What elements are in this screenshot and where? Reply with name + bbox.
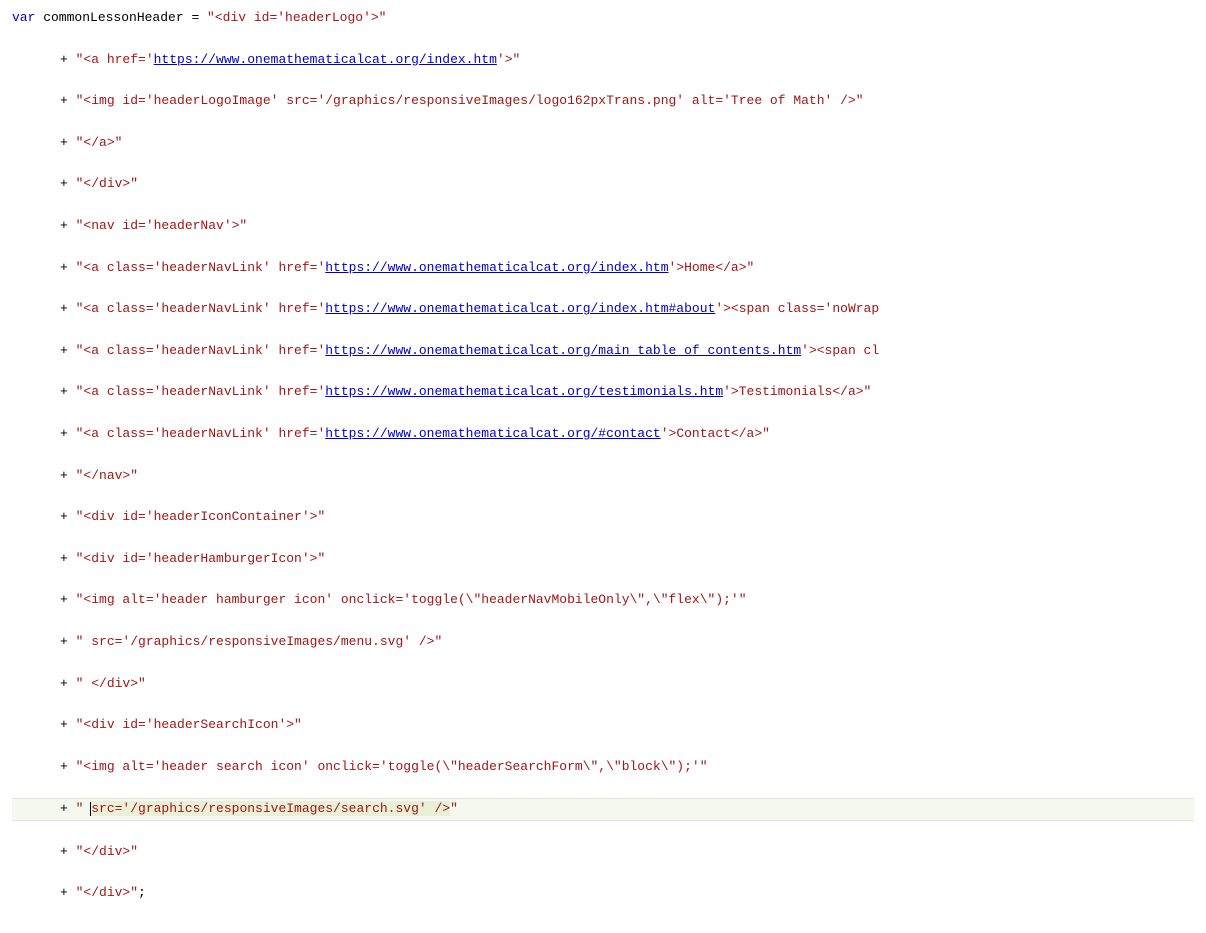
string-literal: " src='/graphics/responsiveImages/menu.s… <box>76 634 443 649</box>
string-literal: "<div id='headerHamburgerIcon'>" <box>76 551 326 566</box>
code-line[interactable]: + "</a>" <box>12 133 1194 154</box>
operator: + <box>60 218 76 233</box>
code-line[interactable]: + "<a class='headerNavLink' href='https:… <box>12 382 1194 403</box>
code-line[interactable]: + "<a class='headerNavLink' href='https:… <box>12 258 1194 279</box>
code-line[interactable]: var commonLessonHeader = "<div id='heade… <box>12 8 1194 29</box>
operator: + <box>60 759 76 774</box>
url-link[interactable]: https://www.onemathematicalcat.org/index… <box>325 301 715 316</box>
code-line[interactable]: + "<a class='headerNavLink' href='https:… <box>12 299 1194 320</box>
operator: + <box>60 551 76 566</box>
operator: + <box>60 801 76 816</box>
string-literal: "<a class='headerNavLink' href=' <box>76 384 326 399</box>
string-literal: '>Testimonials</a>" <box>723 384 871 399</box>
string-literal: '>" <box>497 52 520 67</box>
string-literal: "</div>" <box>76 885 138 900</box>
string-literal: "</a>" <box>76 135 123 150</box>
code-line[interactable]: + "<a class='headerNavLink' href='https:… <box>12 424 1194 445</box>
operator: + <box>60 384 76 399</box>
code-line[interactable]: + "</div>" <box>12 842 1194 863</box>
string-literal: " </div>" <box>76 676 146 691</box>
string-literal: " <box>450 801 458 816</box>
operator: + <box>60 93 76 108</box>
string-literal: "<nav id='headerNav'>" <box>76 218 248 233</box>
semicolon: ; <box>138 885 146 900</box>
identifier: commonLessonHeader <box>35 10 191 25</box>
code-line[interactable]: + " src='/graphics/responsiveImages/menu… <box>12 632 1194 653</box>
code-line[interactable]: + "<a href='https://www.onemathematicalc… <box>12 50 1194 71</box>
code-line[interactable]: + "<img id='headerLogoImage' src='/graph… <box>12 91 1194 112</box>
code-line[interactable]: + "</div>" <box>12 174 1194 195</box>
code-line-current[interactable]: + " src='/graphics/responsiveImages/sear… <box>12 798 1194 821</box>
string-literal: '>Contact</a>" <box>661 426 770 441</box>
string-literal: "<img id='headerLogoImage' src='/graphic… <box>76 93 864 108</box>
code-line[interactable]: + "</div>"; <box>12 883 1194 904</box>
operator: + <box>60 176 76 191</box>
string-literal: '>Home</a>" <box>669 260 755 275</box>
operator: + <box>60 260 76 275</box>
string-literal: "<a class='headerNavLink' href=' <box>76 301 326 316</box>
string-literal: "<div id='headerLogo'>" <box>207 10 386 25</box>
string-literal: "<img alt='header search icon' onclick='… <box>76 759 708 774</box>
operator: + <box>60 717 76 732</box>
url-link[interactable]: https://www.onemathematicalcat.org/index… <box>154 52 497 67</box>
string-literal-highlighted: src='/graphics/responsiveImages/search.s… <box>91 801 450 816</box>
operator: + <box>60 343 76 358</box>
string-literal: "</div>" <box>76 176 138 191</box>
url-link[interactable]: https://www.onemathematicalcat.org/index… <box>325 260 668 275</box>
string-literal: " <box>76 801 92 816</box>
string-literal: "<a class='headerNavLink' href=' <box>76 260 326 275</box>
string-literal: "<img alt='header hamburger icon' onclic… <box>76 592 747 607</box>
string-literal: "<a class='headerNavLink' href=' <box>76 343 326 358</box>
operator: + <box>60 592 76 607</box>
code-line[interactable]: + "<img alt='header hamburger icon' oncl… <box>12 590 1194 611</box>
code-line[interactable]: + "<div id='headerHamburgerIcon'>" <box>12 549 1194 570</box>
url-link[interactable]: https://www.onemathematicalcat.org/#cont… <box>325 426 660 441</box>
string-literal: "</div>" <box>76 844 138 859</box>
string-literal: "<a href=' <box>76 52 154 67</box>
string-literal: "<div id='headerSearchIcon'>" <box>76 717 302 732</box>
operator: = <box>191 10 207 25</box>
string-literal: '><span cl <box>801 343 879 358</box>
operator: + <box>60 676 76 691</box>
operator: + <box>60 634 76 649</box>
operator: + <box>60 509 76 524</box>
string-literal: '><span class='noWrap <box>715 301 879 316</box>
code-line[interactable]: + "<div id='headerIconContainer'>" <box>12 507 1194 528</box>
string-literal: "</nav>" <box>76 468 138 483</box>
code-line[interactable]: + "<nav id='headerNav'>" <box>12 216 1194 237</box>
url-link[interactable]: https://www.onemathematicalcat.org/main_… <box>325 343 801 358</box>
url-link[interactable]: https://www.onemathematicalcat.org/testi… <box>325 384 723 399</box>
code-line[interactable]: + " </div>" <box>12 674 1194 695</box>
string-literal: "<a class='headerNavLink' href=' <box>76 426 326 441</box>
operator: + <box>60 426 76 441</box>
operator: + <box>60 301 76 316</box>
code-line[interactable]: + "<div id='headerSearchIcon'>" <box>12 715 1194 736</box>
code-line[interactable]: + "<a class='headerNavLink' href='https:… <box>12 341 1194 362</box>
operator: + <box>60 844 76 859</box>
operator: + <box>60 885 76 900</box>
code-line[interactable]: + "<img alt='header search icon' onclick… <box>12 757 1194 778</box>
operator: + <box>60 135 76 150</box>
string-literal: "<div id='headerIconContainer'>" <box>76 509 326 524</box>
operator: + <box>60 52 76 67</box>
keyword-var: var <box>12 10 35 25</box>
operator: + <box>60 468 76 483</box>
code-line[interactable]: + "</nav>" <box>12 466 1194 487</box>
